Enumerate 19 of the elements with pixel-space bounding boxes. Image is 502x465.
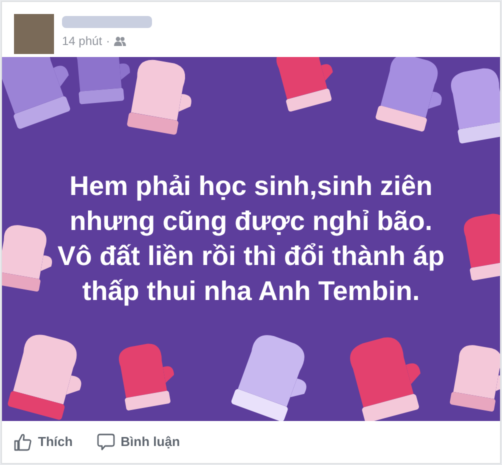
post-text: Hem phải học sinh,sinh ziên nhưng cũng được nghỉ bão. Vô đất liền rồi thì đổi thành áp thấp thui nha Anh Tembin. — [58, 170, 444, 308]
thumbs-up-icon — [14, 433, 32, 451]
mitten-icon — [2, 225, 52, 292]
mitten-icon — [449, 345, 500, 412]
mitten-icon — [7, 334, 82, 420]
avatar-placeholder — [14, 14, 54, 54]
post-time[interactable]: 14 phút — [62, 32, 102, 50]
mitten-icon — [350, 337, 420, 421]
mitten-icon — [230, 335, 306, 421]
mitten-icon — [375, 57, 442, 132]
mitten-icon — [464, 214, 500, 281]
like-button[interactable]: Thích — [14, 428, 73, 456]
meta-separator: · — [106, 33, 110, 50]
mitten-icon — [276, 57, 333, 112]
comment-button[interactable]: Bình luận — [96, 428, 180, 456]
speech-bubble-icon — [96, 433, 115, 451]
mitten-icon — [118, 344, 174, 411]
mitten-icon — [2, 57, 71, 130]
mitten-icon — [450, 68, 500, 144]
